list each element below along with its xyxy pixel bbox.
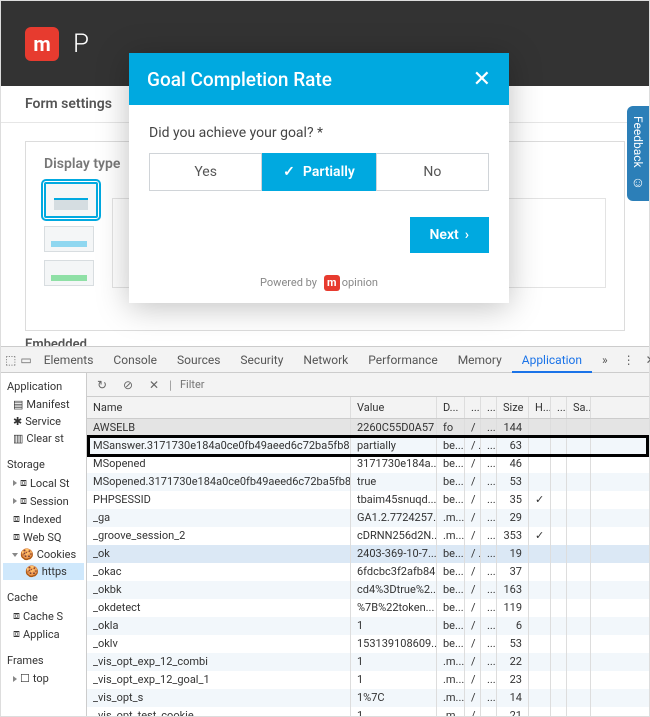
col-samesite[interactable]: Sa... [567,397,591,418]
col-value[interactable]: Value [351,397,437,418]
col-expires[interactable]: ... [481,397,497,418]
table-row[interactable]: _vis_opt_test_cookie1.m.../...21 [87,707,649,716]
sidebar-item-sessionstorage[interactable]: ⧈ Session [3,492,84,510]
sidebar-item-manifest[interactable]: ▤ Manifest [3,396,84,413]
cookie-table-body: AWSELB2260C55D0A57fo/...144MSanswer.3171… [87,419,649,716]
filter-input[interactable] [176,376,256,393]
table-row[interactable]: PHPSESSIDtbaim45snuqd...be.../...35✓ [87,491,649,509]
goal-completion-modal: Goal Completion Rate ✕ Did you achieve y… [129,53,509,303]
table-row[interactable]: _okbkcd4%3Dtrue%2...be.../...163 [87,581,649,599]
devtools-menu-icon[interactable]: ⋮ [620,351,638,369]
tab-security[interactable]: Security [230,347,293,373]
app-logo: m [25,27,59,61]
sidebar-item-appcache[interactable]: ⧈ Applica [3,625,84,643]
table-row[interactable]: _groove_session_2cDRNN256d2N....m.../...… [87,527,649,545]
tab-sources[interactable]: Sources [167,347,230,373]
sidebar-item-websql[interactable]: ⧈ Web SQ [3,528,84,546]
devtools-panel: ⬚ ▭ Elements Console Sources Security Ne… [1,346,649,716]
col-secure[interactable]: ... [551,397,567,418]
table-row[interactable]: _vis_opt_exp_12_goal_11.m.../...23 [87,671,649,689]
sidebar-item-cachestorage[interactable]: ⧈ Cache S [3,607,84,625]
sidebar-group-cache: Cache [3,588,84,607]
col-domain[interactable]: D... [437,397,465,418]
table-row[interactable]: _gaGA1.2.7724257....m.../...29 [87,509,649,527]
table-row[interactable]: MSopened3171730e184a...be.../...46 [87,455,649,473]
col-path[interactable]: ... [465,397,481,418]
chevron-right-icon: › [465,227,469,243]
display-option-modal[interactable] [44,182,98,218]
sidebar-group-application: Application [3,377,84,396]
modal-title: Goal Completion Rate [147,68,332,91]
tab-elements[interactable]: Elements [34,347,104,373]
devtools-sidebar: Application ▤ Manifest ✱ Service ▥ Clear… [1,373,87,716]
table-row[interactable]: _oklv153139108609...be.../...53 [87,635,649,653]
sidebar-item-top[interactable]: ☐ top [3,670,84,687]
sidebar-item-cookie-origin[interactable]: 🍪 https [3,563,84,580]
mopinion-logo-icon: m [324,275,340,291]
table-row[interactable]: _okdetect%7B%22token...be.../...119 [87,599,649,617]
modal-footer: Powered by mopinion [129,267,509,303]
close-icon[interactable]: ✕ [473,67,491,92]
sidebar-item-service[interactable]: ✱ Service [3,413,84,430]
col-name[interactable]: Name [87,397,351,418]
option-yes[interactable]: Yes [149,153,262,191]
refresh-icon[interactable]: ↻ [93,376,111,394]
table-row[interactable]: MSopened.3171730e184a0ce0fb49aeed6c72ba5… [87,473,649,491]
sidebar-group-frames: Frames [3,651,84,670]
modal-question: Did you achieve your goal? * [149,125,489,141]
tab-memory[interactable]: Memory [448,347,512,373]
option-partially[interactable]: Partially [262,153,375,191]
table-row[interactable]: _ok2403-369-10-7...be.../ ......19 [87,545,649,563]
table-row[interactable]: _okac6fdcbc3f2afb84...be.../...37 [87,563,649,581]
cookie-table-header: Name Value D... ... ... Size H... ... Sa… [87,397,649,419]
sidebar-item-clear[interactable]: ▥ Clear st [3,430,84,447]
col-http[interactable]: H... [529,397,551,418]
display-option-embedded[interactable] [44,260,94,286]
next-button[interactable]: Next› [410,217,489,253]
table-row[interactable]: _vis_opt_exp_12_combi1.m.../...22 [87,653,649,671]
tab-performance[interactable]: Performance [358,347,447,373]
display-option-slide[interactable] [44,226,94,252]
table-row[interactable]: AWSELB2260C55D0A57fo/...144 [87,419,649,437]
table-row[interactable]: MSanswer.3171730e184a0ce0fb49aeed6c72ba5… [87,437,649,455]
feedback-tab[interactable]: Feedback [627,106,649,201]
sidebar-item-cookies[interactable]: 🍪 Cookies [3,546,84,563]
sidebar-group-storage: Storage [3,455,84,474]
tab-console[interactable]: Console [103,347,167,373]
table-row[interactable]: _vis_opt_s1%7C.m.../...14 [87,689,649,707]
devtools-close-icon[interactable]: ✕ [642,351,650,369]
option-no[interactable]: No [376,153,489,191]
inspect-icon[interactable]: ⬚ [5,351,16,369]
tabs-overflow[interactable]: » [592,347,618,373]
device-toggle-icon[interactable]: ▭ [20,351,31,369]
tab-application[interactable]: Application [512,347,592,373]
clear-icon[interactable]: ✕ [145,376,163,394]
devtools-tabbar: ⬚ ▭ Elements Console Sources Security Ne… [1,347,649,373]
sidebar-item-indexeddb[interactable]: ⧈ Indexed [3,510,84,528]
table-row[interactable]: _okla1be.../...6 [87,617,649,635]
app-title: P [73,29,89,59]
block-icon[interactable]: ⊘ [119,376,137,394]
tab-network[interactable]: Network [293,347,358,373]
sidebar-item-localstorage[interactable]: ⧈ Local St [3,474,84,492]
col-size[interactable]: Size [497,397,529,418]
